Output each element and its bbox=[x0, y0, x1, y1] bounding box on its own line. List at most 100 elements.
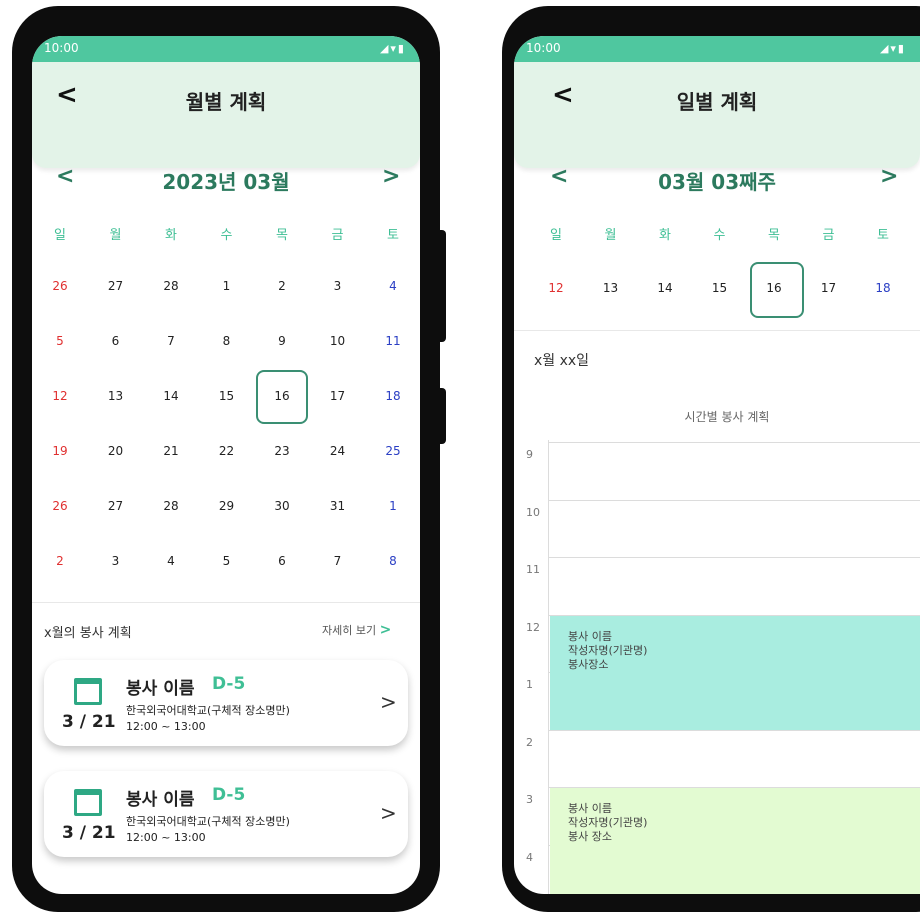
calendar-day[interactable]: 9 bbox=[262, 334, 302, 348]
calendar-day[interactable]: 27 bbox=[96, 279, 136, 293]
calendar-day[interactable]: 10 bbox=[318, 334, 358, 348]
week-day[interactable]: 13 bbox=[591, 281, 631, 295]
hour-label: 9 bbox=[526, 448, 533, 461]
calendar-day[interactable]: 2 bbox=[262, 279, 302, 293]
plan-dday-badge: D-5 bbox=[212, 674, 246, 694]
calendar-day[interactable]: 8 bbox=[207, 334, 247, 348]
calendar-day[interactable]: 26 bbox=[40, 279, 80, 293]
calendar-day[interactable]: 3 bbox=[318, 279, 358, 293]
hour-label: 11 bbox=[526, 563, 540, 576]
see-more-link[interactable]: 자세히 보기 > bbox=[322, 622, 391, 638]
next-month-button[interactable]: > bbox=[382, 164, 400, 189]
calendar-day[interactable]: 14 bbox=[151, 389, 191, 403]
selected-day-indicator bbox=[256, 370, 308, 424]
calendar-day[interactable]: 19 bbox=[40, 444, 80, 458]
calendar-day[interactable]: 20 bbox=[96, 444, 136, 458]
week-day[interactable]: 18 bbox=[863, 281, 903, 295]
calendar-day[interactable]: 25 bbox=[373, 444, 413, 458]
plan-time: 12:00 ~ 13:00 bbox=[126, 720, 206, 733]
hour-label: 4 bbox=[526, 850, 533, 864]
calendar-day[interactable]: 7 bbox=[318, 554, 358, 568]
calendar-day[interactable]: 24 bbox=[318, 444, 358, 458]
weekday-label: 수 bbox=[713, 228, 726, 243]
plan-card[interactable]: 3 / 21 봉사 이름 D-5 한국외국어대학교(구체적 장소명만) 12:00 ~ … bbox=[44, 771, 408, 857]
weekday-label: 화 bbox=[659, 228, 671, 243]
schedule-event[interactable]: 봉사 이름 작성자명(기관명) 봉사 장소 bbox=[550, 788, 920, 894]
phone-side-button bbox=[438, 388, 446, 444]
status-time: 10:00 bbox=[526, 41, 561, 55]
calendar-day[interactable]: 1 bbox=[373, 499, 413, 513]
status-bar: 10:00 ◢▾▮ bbox=[32, 36, 420, 62]
weekday-label: 금 bbox=[331, 228, 344, 243]
calendar-day[interactable]: 21 bbox=[151, 444, 191, 458]
week-day[interactable]: 17 bbox=[809, 281, 849, 295]
calendar-day[interactable]: 22 bbox=[207, 444, 247, 458]
calendar-day[interactable]: 4 bbox=[151, 554, 191, 568]
hour-label: 2 bbox=[526, 735, 533, 749]
calendar-day[interactable]: 30 bbox=[262, 499, 302, 513]
app-bar: < 일별 계획 bbox=[514, 62, 920, 168]
weekday-label: 목 bbox=[276, 228, 288, 243]
weekday-label: 월 bbox=[604, 228, 617, 243]
divider bbox=[32, 602, 420, 603]
app-bar: < 월별 계획 bbox=[32, 62, 420, 168]
plan-date: 3 / 21 bbox=[62, 823, 116, 843]
calendar-day[interactable]: 27 bbox=[96, 499, 136, 513]
status-icons: ◢▾▮ bbox=[879, 42, 906, 55]
calendar-day[interactable]: 2 bbox=[40, 554, 80, 568]
calendar-day[interactable]: 4 bbox=[373, 279, 413, 293]
calendar-day[interactable]: 11 bbox=[373, 334, 413, 348]
schedule-event[interactable]: 봉사 이름 작성자명(기관명) 봉사장소 bbox=[550, 615, 920, 730]
plan-date: 3 / 21 bbox=[62, 712, 116, 732]
weekday-label: 화 bbox=[165, 228, 177, 243]
calendar-day[interactable]: 26 bbox=[40, 499, 80, 513]
calendar-day[interactable]: 28 bbox=[151, 499, 191, 513]
weekday-label: 일 bbox=[54, 228, 66, 243]
hour-label: 1 bbox=[526, 678, 533, 691]
calendar-day[interactable]: 12 bbox=[40, 389, 80, 403]
calendar-day[interactable]: 17 bbox=[318, 389, 358, 403]
weekday-label: 토 bbox=[387, 228, 399, 243]
calendar-day[interactable]: 3 bbox=[96, 554, 136, 568]
calendar-day[interactable]: 1 bbox=[207, 279, 247, 293]
calendar-day[interactable]: 31 bbox=[318, 499, 358, 513]
calendar-day[interactable]: 13 bbox=[96, 389, 136, 403]
plan-place: 한국외국어대학교(구체적 장소명만) bbox=[126, 815, 290, 828]
month-title: 2023년 03월 bbox=[162, 170, 290, 194]
calendar-day[interactable]: 7 bbox=[151, 334, 191, 348]
hour-gridline bbox=[548, 499, 920, 501]
calendar-day[interactable]: 15 bbox=[207, 389, 247, 403]
date-label: x월 xx일 bbox=[534, 353, 590, 369]
calendar-day[interactable]: 23 bbox=[262, 444, 302, 458]
status-bar: 10:00 ◢▾▮ bbox=[514, 36, 920, 62]
plan-card[interactable]: 3 / 21 봉사 이름 D-5 한국외국어대학교(구체적 장소명만) 12:00 ~ … bbox=[44, 660, 408, 746]
event-line: 작성자명(기관명) bbox=[568, 816, 648, 829]
hour-label: 10 bbox=[526, 505, 540, 519]
calendar-day[interactable]: 8 bbox=[373, 554, 413, 568]
calendar-day[interactable]: 28 bbox=[151, 279, 191, 293]
hour-gridline bbox=[548, 557, 920, 558]
week-day[interactable]: 12 bbox=[536, 281, 576, 295]
plan-dday-badge: D-5 bbox=[212, 785, 246, 805]
hour-gridline bbox=[548, 729, 920, 731]
week-day[interactable]: 15 bbox=[700, 281, 740, 295]
schedule-title: 시간별 봉사 계획 bbox=[684, 410, 770, 424]
calendar-day[interactable]: 29 bbox=[207, 499, 247, 513]
calendar-day[interactable]: 6 bbox=[262, 554, 302, 568]
daily-screen: 10:00 ◢▾▮ < 일별 계획 < 03월 03째주 > 일월화수목금토 1… bbox=[514, 36, 920, 894]
calendar-day[interactable]: 5 bbox=[40, 334, 80, 348]
weekday-label: 금 bbox=[822, 228, 835, 243]
week-day[interactable]: 14 bbox=[645, 281, 685, 295]
status-time: 10:00 bbox=[44, 41, 79, 55]
week-title: 03월 03째주 bbox=[658, 170, 776, 194]
weekday-label: 수 bbox=[220, 228, 233, 243]
plan-name: 봉사 이름 bbox=[126, 790, 195, 810]
calendar-day[interactable]: 5 bbox=[207, 554, 247, 568]
chevron-right-icon: > bbox=[380, 690, 397, 714]
calendar-day[interactable]: 18 bbox=[373, 389, 413, 403]
calendar-day[interactable]: 6 bbox=[96, 334, 136, 348]
next-week-button[interactable]: > bbox=[880, 164, 898, 189]
calendar-icon bbox=[74, 678, 102, 705]
hour-label: 3 bbox=[526, 793, 533, 806]
monthly-screen: 10:00 ◢▾▮ < 월별 계획 < 2023년 03월 > 일월화수목금토 … bbox=[32, 36, 420, 894]
